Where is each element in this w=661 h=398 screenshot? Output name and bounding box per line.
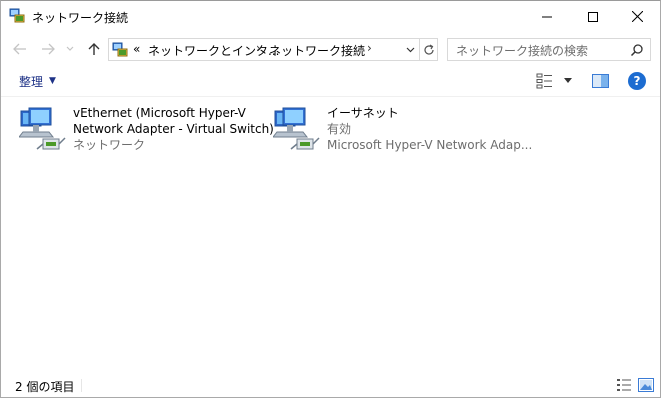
chevron-down-icon	[406, 47, 414, 52]
connection-text: イーサネット 有効 Microsoft Hyper-V Network Adap…	[327, 105, 532, 153]
window-title: ネットワーク接続	[32, 11, 129, 25]
connection-name: Network Adapter - Virtual Switch)	[73, 122, 274, 136]
refresh-button[interactable]	[419, 39, 438, 60]
connection-text: vEthernet (Microsoft Hyper-V Network Ada…	[73, 105, 274, 153]
caret-down-icon[interactable]	[563, 77, 573, 85]
arrow-right-icon	[42, 43, 55, 55]
organize-button[interactable]: 整理 ▼	[11, 71, 64, 91]
chevron-right-icon[interactable]: ›	[256, 41, 261, 55]
organize-label: 整理	[19, 74, 44, 89]
minimize-button[interactable]	[524, 1, 570, 32]
forward-button[interactable]	[37, 38, 59, 60]
connection-device: Microsoft Hyper-V Network Adap...	[327, 138, 533, 152]
network-connections-icon	[112, 42, 128, 57]
address-segment-network-connections[interactable]: ネットワーク接続	[269, 42, 365, 59]
recent-locations-button[interactable]	[63, 38, 77, 60]
item-count: 2 個の項目	[15, 380, 75, 394]
refresh-icon	[424, 43, 434, 55]
maximize-button[interactable]	[570, 1, 616, 32]
status-divider	[81, 379, 82, 392]
connection-item[interactable]: イーサネット 有効 Microsoft Hyper-V Network Adap…	[273, 105, 543, 153]
arrow-up-icon	[88, 43, 100, 55]
details-view-icon[interactable]	[616, 378, 632, 392]
chevron-down-icon	[66, 46, 74, 51]
connection-name: イーサネット	[327, 106, 399, 120]
chevron-right-icon[interactable]: ›	[367, 41, 372, 55]
search-icon	[630, 44, 643, 57]
address-history-button[interactable]	[402, 39, 418, 60]
explorer-window: ネットワーク接続 « ネットワークとインタ... › ネットワーク接続 › ネッ…	[0, 0, 661, 398]
search-input[interactable]: ネットワーク接続の検索	[447, 38, 651, 61]
address-overflow[interactable]: «	[133, 42, 140, 56]
connection-item[interactable]: vEthernet (Microsoft Hyper-V Network Ada…	[19, 105, 274, 153]
minimize-icon	[542, 16, 552, 17]
preview-pane-icon[interactable]	[592, 74, 609, 88]
network-adapter-icon	[19, 107, 66, 150]
caret-down-icon: ▼	[49, 76, 56, 86]
arrow-left-icon	[13, 43, 26, 55]
status-bar: 2 個の項目	[1, 373, 660, 397]
close-icon	[631, 11, 643, 22]
title-bar[interactable]: ネットワーク接続	[1, 1, 660, 32]
network-connections-icon	[9, 8, 25, 23]
connection-state: 有効	[327, 122, 352, 136]
close-button[interactable]	[614, 1, 660, 32]
help-button[interactable]: ?	[628, 72, 646, 90]
network-adapter-icon	[273, 107, 320, 150]
back-button[interactable]	[9, 38, 31, 60]
connections-list: vEthernet (Microsoft Hyper-V Network Ada…	[1, 98, 660, 370]
connection-status: ネットワーク	[73, 138, 146, 152]
command-bar: 整理 ▼ ?	[1, 65, 660, 97]
up-button[interactable]	[83, 38, 105, 60]
large-icons-view-icon[interactable]	[638, 378, 654, 392]
address-bar[interactable]: « ネットワークとインタ... › ネットワーク接続 ›	[108, 38, 438, 61]
connection-name: vEthernet (Microsoft Hyper-V	[73, 106, 246, 120]
change-view-icon[interactable]	[535, 72, 555, 90]
maximize-icon	[588, 11, 598, 22]
search-placeholder: ネットワーク接続の検索	[456, 44, 589, 58]
navigation-bar: « ネットワークとインタ... › ネットワーク接続 › ネットワーク接続の検索	[1, 32, 660, 65]
